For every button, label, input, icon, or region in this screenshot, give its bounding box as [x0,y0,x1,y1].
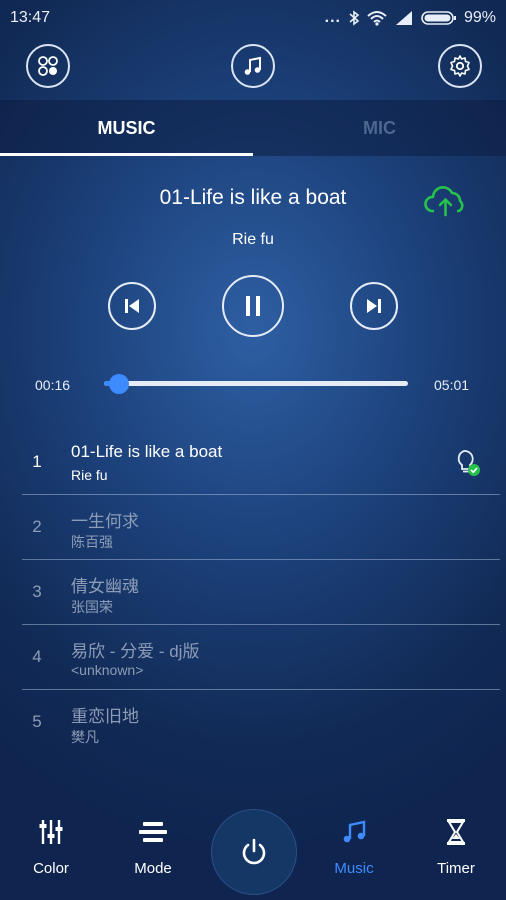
previous-button[interactable] [108,282,156,330]
battery-percent: 99% [463,9,496,26]
nav-color-label: Color [33,860,69,877]
track-number: 3 [32,582,42,601]
nav-color[interactable]: Color [11,810,91,877]
track-title: 01-Life is like a boat [71,442,223,461]
nav-music[interactable]: Music [314,810,394,877]
settings-button[interactable] [438,44,482,88]
track-artist: 陈百强 [71,534,113,550]
tab-bar: MUSIC MIC [0,100,506,156]
progress-track[interactable] [104,381,408,386]
track-artist: <unknown> [71,662,144,678]
tab-mic[interactable]: MIC [253,100,506,156]
play-pause-button[interactable] [222,275,284,337]
wifi-icon [367,11,387,26]
music-mode-button[interactable] [231,44,275,88]
track-artist: 樊凡 [71,729,99,745]
cloud-upload-icon [424,186,464,217]
bluetooth-icon [349,10,360,26]
nav-music-label: Music [334,860,374,877]
track-number: 4 [32,647,42,666]
skip-next-icon [367,299,381,313]
power-button[interactable] [211,809,297,895]
pause-icon [246,296,260,316]
settings-gear-icon [450,55,470,77]
next-button[interactable] [350,282,398,330]
playlist-item[interactable]: 2 一生何求 陈百强 [22,495,500,560]
track-number: 1 [32,452,42,471]
now-playing-artist: Rie fu [232,231,274,248]
music-note-icon [244,56,261,75]
track-number: 5 [32,712,42,731]
playlist: 1 01-Life is like a boat Rie fu 2 一生何求 陈… [0,430,506,755]
more-notifications-icon: ... [324,9,341,26]
nav-mode[interactable]: Mode [113,810,193,877]
hourglass-icon [447,819,465,845]
track-title: 易欣 - 分爱 - dj版 [71,642,200,661]
track-title: 一生何求 [71,512,139,531]
mode-lines-icon [139,822,167,842]
signal-icon [395,11,412,25]
cloud-upload-button[interactable] [424,184,468,218]
battery-icon [421,11,456,25]
power-icon [242,838,266,865]
top-bar [0,44,506,92]
track-artist: 张国荣 [71,599,113,615]
status-time: 13:47 [10,9,51,26]
nav-timer[interactable]: Timer [416,810,496,877]
status-bar: 13:47 ... 99% [0,0,506,36]
playlist-item[interactable]: 3 倩女幽魂 张国荣 [22,560,500,625]
duration-time: 05:01 [434,377,470,393]
elapsed-time: 00:16 [35,377,71,393]
track-title: 倩女幽魂 [71,577,139,596]
track-artist: Rie fu [71,467,108,483]
nav-mode-label: Mode [134,860,172,877]
sliders-icon [39,820,63,844]
tab-music[interactable]: MUSIC [0,100,253,156]
playlist-item[interactable]: 4 易欣 - 分爱 - dj版 <unknown> [22,625,500,690]
music-note-icon [343,820,366,843]
track-number: 2 [32,517,42,536]
scene-grid-icon [38,56,58,76]
scene-grid-button[interactable] [26,44,70,88]
progress-thumb[interactable] [109,374,130,394]
track-title: 重恋旧地 [71,707,139,726]
playlist-item[interactable]: 5 重恋旧地 樊凡 [22,690,500,755]
nav-timer-label: Timer [437,860,475,877]
skip-previous-icon [125,299,139,313]
bulb-connected-icon [457,450,480,476]
playlist-item[interactable]: 1 01-Life is like a boat Rie fu [22,430,500,495]
